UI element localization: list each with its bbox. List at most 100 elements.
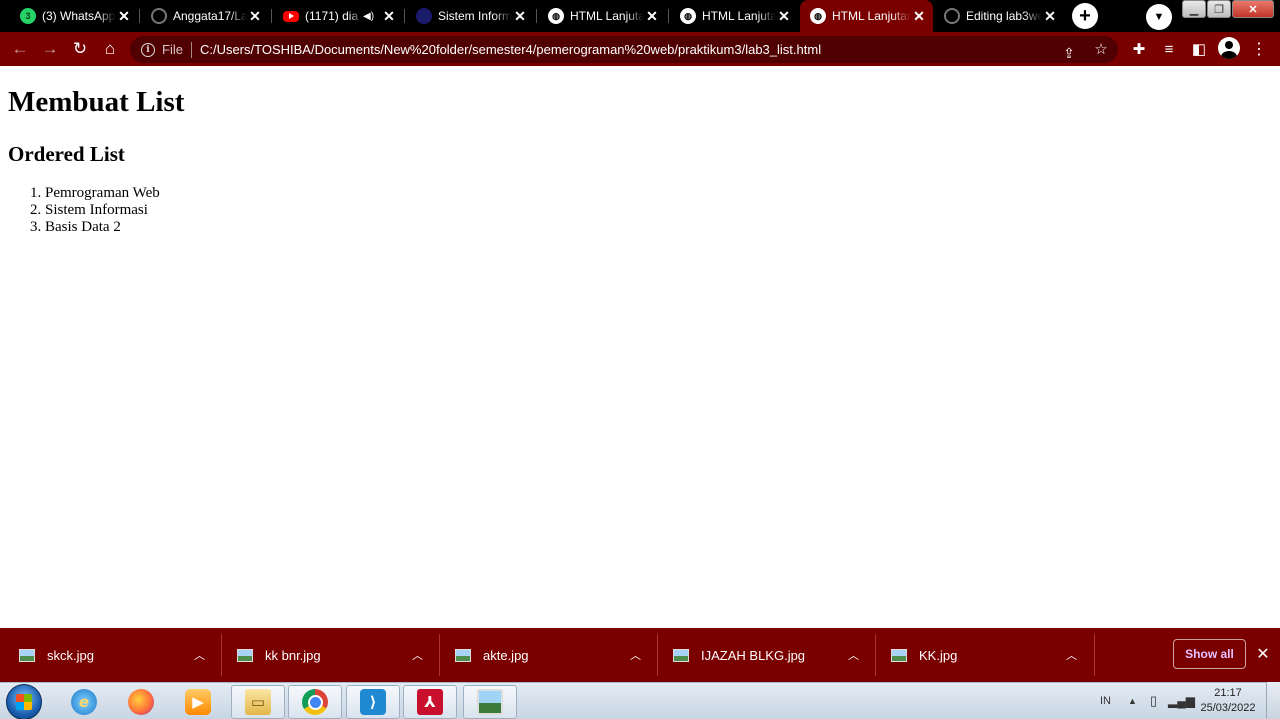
chevron-up-icon[interactable]: ︿ [194,647,205,663]
tab-sistem-informasi[interactable]: Sistem Informasi ✕ [406,0,534,32]
taskbar-app[interactable]: ⅄ [403,685,457,719]
taskbar-app[interactable] [463,685,517,719]
start-button[interactable] [6,684,42,719]
tab-strip: 3 (3) WhatsApp ✕ Anggata17/Lab ✕ (1171) … [0,0,1280,32]
download-filename: skck.jpg [47,647,94,663]
page-content: Membuat List Ordered List Pemrograman We… [0,66,1280,628]
media-player-icon: ▶ [185,689,211,715]
close-icon[interactable]: ✕ [1042,8,1058,24]
tab-html-lanjutan-1[interactable]: ◍ HTML Lanjutan ✕ [538,0,666,32]
tab-title: HTML Lanjutan [832,9,911,23]
reload-icon[interactable]: ↻ [67,32,93,66]
home-icon[interactable]: ⌂ [97,32,123,66]
signal-icon[interactable]: ▂▄▆ [1168,682,1195,719]
taskbar-app[interactable]: e [57,685,111,719]
firefox-icon [128,689,154,715]
share-icon[interactable]: ⇪ [1056,36,1082,70]
scheme-label: File [162,42,183,57]
taskbar: e ▶ ▭ ⟩ ⅄ [0,682,1280,719]
menu-icon[interactable]: ⋮ [1246,32,1272,66]
tab-search-button[interactable]: ▼ [1146,4,1172,30]
tab-divider [668,9,669,23]
minimize-button[interactable]: ▁ [1182,0,1206,18]
tab-title: Editing lab3web [966,9,1042,23]
close-icon[interactable]: ✕ [512,8,528,24]
tab-github[interactable]: Anggata17/Lab ✕ [141,0,269,32]
download-item[interactable]: IJAZAH BLKG.jpg ︿ [673,628,873,682]
download-item[interactable]: akte.jpg ︿ [455,628,655,682]
vscode-icon: ⟩ [360,689,386,715]
chevron-up-icon[interactable]: ︿ [848,647,859,663]
download-divider [657,634,658,676]
close-icon[interactable]: ✕ [247,8,263,24]
show-all-downloads-button[interactable]: Show all [1173,639,1246,669]
language-indicator[interactable]: IN [1100,682,1111,719]
list-item: Pemrograman Web [45,185,160,202]
info-icon[interactable]: i [141,42,155,57]
image-file-icon [673,648,689,662]
download-item[interactable]: kk bnr.jpg ︿ [237,628,437,682]
list-item: Sistem Informasi [45,202,160,219]
image-file-icon [455,648,471,662]
download-divider [1094,634,1095,676]
download-item[interactable]: KK.jpg ︿ [891,628,1091,682]
taskbar-app[interactable] [288,685,342,719]
close-icon[interactable]: ✕ [644,8,660,24]
chrome-icon [302,689,328,715]
globe-icon: ◍ [548,8,564,24]
site-icon [416,8,432,24]
file-explorer-icon: ▭ [245,689,271,715]
maximize-button[interactable]: ❐ [1207,0,1231,18]
close-icon[interactable]: ✕ [1254,645,1272,663]
tab-editing-lab3web[interactable]: Editing lab3web ✕ [934,0,1064,32]
new-tab-button[interactable]: + [1072,3,1098,29]
tab-title: HTML Lanjutan [570,9,644,23]
system-clock[interactable]: 21:17 25/03/2022 [1196,686,1260,716]
taskbar-app[interactable]: ▭ [231,685,285,719]
bookmark-star-icon[interactable]: ☆ [1088,32,1114,66]
taskbar-app[interactable]: ⟩ [346,685,400,719]
address-bar[interactable]: i File C:/Users/TOSHIBA/Documents/New%20… [130,36,1118,63]
close-icon[interactable]: ✕ [381,8,397,24]
download-filename: IJAZAH BLKG.jpg [701,647,806,663]
ordered-list: Pemrograman Web Sistem Informasi Basis D… [45,185,160,236]
clock-date: 25/03/2022 [1200,702,1256,714]
clock-time: 21:17 [1214,687,1242,699]
close-icon[interactable]: ✕ [911,8,927,24]
battery-icon[interactable]: ▯ [1150,682,1157,719]
reading-list-icon[interactable]: ≡ [1156,32,1182,66]
close-icon[interactable]: ✕ [776,8,792,24]
download-filename: kk bnr.jpg [265,647,321,663]
chevron-up-icon[interactable]: ︿ [412,647,423,663]
tab-title: (3) WhatsApp [42,9,116,23]
tab-html-lanjutan-active[interactable]: ◍ HTML Lanjutan ✕ [800,0,933,32]
show-desktop-button[interactable] [1266,682,1280,719]
back-icon[interactable]: ← [7,32,33,66]
window-close-button[interactable]: ✕ [1232,0,1274,18]
tab-html-lanjutan-2[interactable]: ◍ HTML Lanjutan ✕ [670,0,798,32]
acrobat-icon: ⅄ [417,689,443,715]
download-divider [875,634,876,676]
tab-youtube[interactable]: (1171) dia ◀) ✕ [273,0,403,32]
chevron-up-icon[interactable]: ︿ [630,647,641,663]
speaker-icon[interactable]: ◀) [363,11,377,22]
close-icon[interactable]: ✕ [116,8,132,24]
tab-title: (1171) dia [305,9,359,23]
whatsapp-icon: 3 [20,8,36,24]
taskbar-app[interactable]: ▶ [171,685,225,719]
extensions-icon[interactable]: ✚ [1126,32,1152,66]
tab-divider [404,9,405,23]
tab-divider [536,9,537,23]
taskbar-app[interactable] [114,685,168,719]
download-item[interactable]: skck.jpg ︿ [19,628,219,682]
side-panel-icon[interactable]: ◧ [1186,32,1212,66]
image-file-icon [237,648,253,662]
tab-whatsapp[interactable]: 3 (3) WhatsApp ✕ [10,0,138,32]
tray-expand-icon[interactable]: ▲ [1128,682,1137,719]
url-text[interactable]: C:/Users/TOSHIBA/Documents/New%20folder/… [200,42,821,57]
tab-title: HTML Lanjutan [702,9,776,23]
download-divider [439,634,440,676]
chevron-up-icon[interactable]: ︿ [1066,647,1077,663]
forward-icon[interactable]: → [37,32,63,66]
profile-avatar-icon[interactable] [1218,37,1240,59]
